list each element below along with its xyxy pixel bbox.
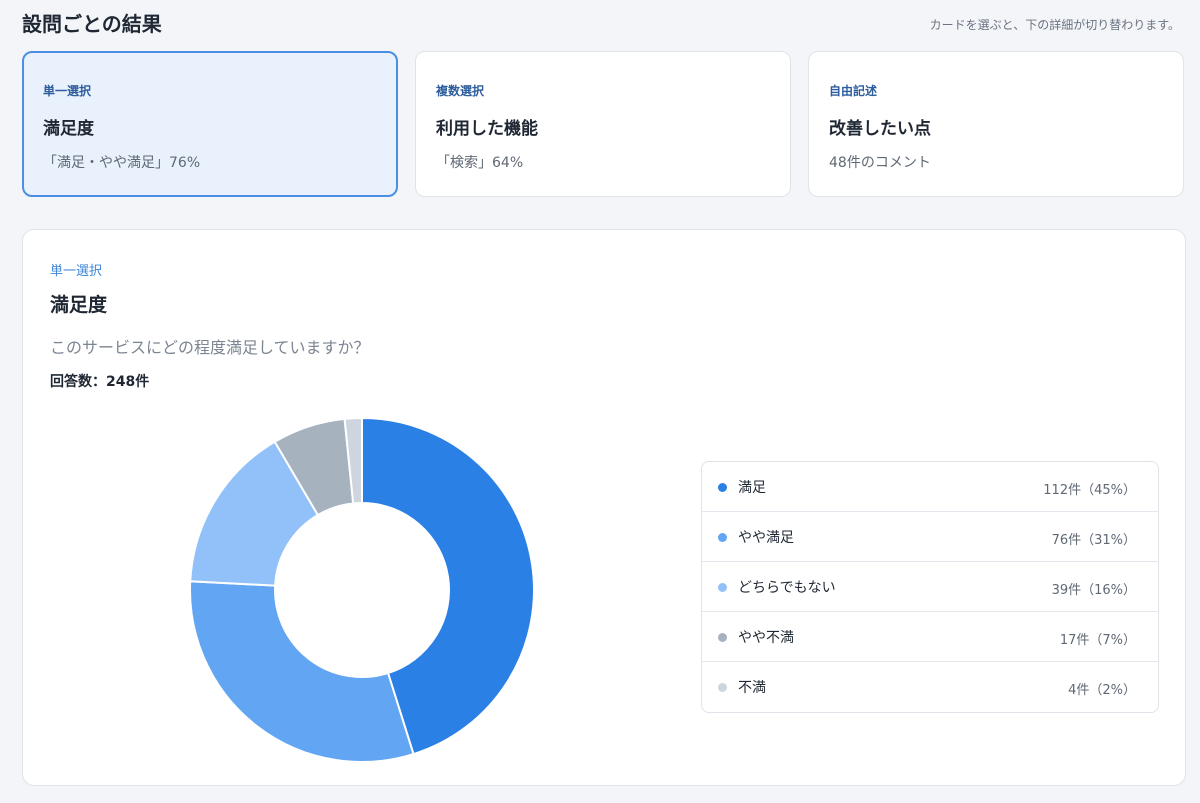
question-card-satisfaction[interactable]: 単一選択 満足度 「満足・やや満足」76% — [22, 51, 398, 197]
legend-dot — [718, 533, 727, 542]
legend-label: 不満 — [738, 680, 766, 696]
donut-slice-1 — [189, 580, 415, 763]
legend-value: 112件（45%） — [1043, 483, 1136, 498]
legend-dot — [718, 633, 727, 642]
card-summary: 48件のコメント — [829, 155, 931, 171]
card-title: 改善したい点 — [829, 119, 931, 139]
detail-type: 単一選択 — [50, 264, 103, 279]
donut-chart — [182, 410, 542, 770]
card-type: 単一選択 — [43, 84, 92, 98]
legend-label: やや不満 — [738, 630, 794, 646]
card-type: 自由記述 — [829, 84, 878, 98]
header: 設問ごとの結果 カードを選ぶと、下の詳細が切り替わります。 — [22, 6, 1180, 38]
card-summary: 「満足・やや満足」76% — [43, 155, 201, 171]
page-title: 設問ごとの結果 — [22, 12, 162, 36]
legend-dot — [718, 583, 727, 592]
legend-item: やや満足 76件（31%） — [702, 512, 1158, 562]
hint-text: カードを選ぶと、下の詳細が切り替わります。 — [929, 18, 1180, 32]
detail-title: 満足度 — [50, 294, 108, 316]
card-type: 複数選択 — [436, 84, 485, 98]
card-summary: 「検索」64% — [436, 155, 524, 171]
detail-question: このサービスにどの程度満足していますか？ — [50, 338, 370, 357]
legend-value: 17件（7%） — [1059, 633, 1136, 648]
legend-dot — [718, 683, 727, 692]
card-title: 満足度 — [43, 119, 94, 139]
card-title: 利用した機能 — [436, 119, 538, 139]
question-cards: 単一選択 満足度 「満足・やや満足」76% 複数選択 利用した機能 「検索」64… — [22, 51, 1186, 199]
legend-label: どちらでもない — [738, 580, 836, 596]
detail-panel: 単一選択 満足度 このサービスにどの程度満足していますか？ 回答数：248件 満… — [22, 229, 1186, 786]
legend-item: 満足 112件（45%） — [702, 462, 1158, 512]
question-card-features[interactable]: 複数選択 利用した機能 「検索」64% — [415, 51, 791, 197]
legend-item: やや不満 17件（7%） — [702, 612, 1158, 662]
response-count: 回答数：248件 — [50, 374, 150, 390]
legend-label: やや満足 — [738, 530, 794, 546]
legend-value: 4件（2%） — [1068, 683, 1136, 698]
chart-legend: 満足 112件（45%） やや満足 76件（31%） どちらでもない 39件（1… — [701, 461, 1159, 713]
donut-chart-svg — [189, 416, 535, 763]
legend-item: どちらでもない 39件（16%） — [702, 562, 1158, 612]
legend-label: 満足 — [738, 480, 766, 496]
legend-item: 不満 4件（2%） — [702, 662, 1158, 712]
legend-dot — [718, 483, 727, 492]
question-card-improvements[interactable]: 自由記述 改善したい点 48件のコメント — [808, 51, 1184, 197]
legend-value: 76件（31%） — [1051, 533, 1136, 548]
legend-value: 39件（16%） — [1051, 583, 1136, 598]
